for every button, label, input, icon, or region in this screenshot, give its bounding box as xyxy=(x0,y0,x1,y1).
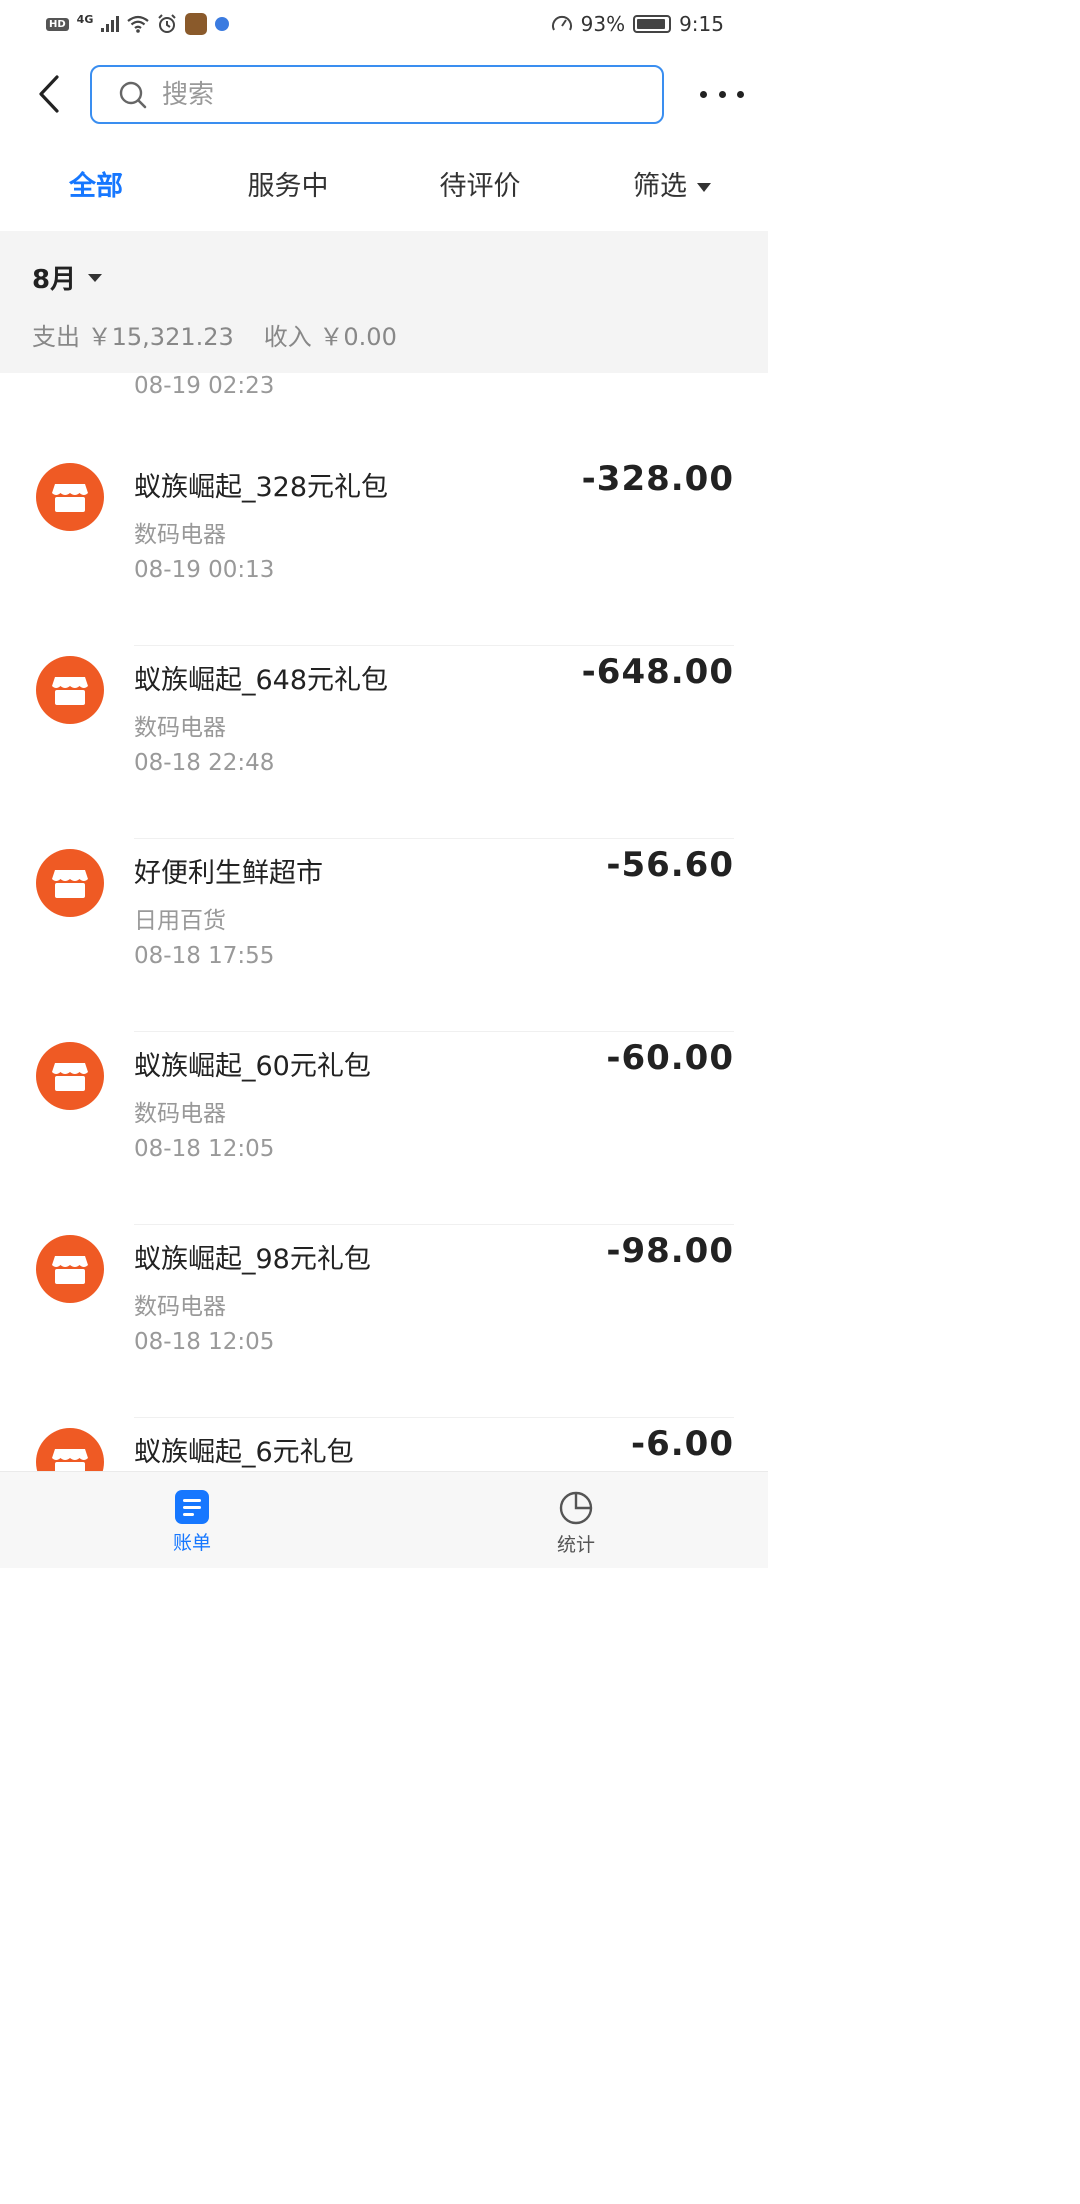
dot-icon xyxy=(700,90,707,98)
tab-filter[interactable]: 筛选 xyxy=(576,150,768,224)
income-total: 收入 ￥0.00 xyxy=(263,323,397,351)
month-summary-section: 8月 支出 ￥15,321.23 收入 ￥0.00 xyxy=(0,231,768,373)
category-label: 数码电器 xyxy=(134,715,226,741)
transaction-row[interactable]: 蚁族崛起_60元礼包 数码电器 08-18 12:05 -60.00 xyxy=(0,1032,768,1225)
store-icon xyxy=(36,1428,104,1471)
caret-down-icon xyxy=(88,273,103,282)
status-bar: HD 4G 93% 9:15 xyxy=(0,0,768,48)
wifi-icon xyxy=(127,15,150,33)
month-totals: 支出 ￥15,321.23 收入 ￥0.00 xyxy=(32,317,397,352)
store-icon xyxy=(36,849,104,917)
app-notification-icon xyxy=(185,13,208,35)
category-label: 日用百货 xyxy=(134,908,226,934)
dot-icon xyxy=(737,90,744,98)
tab-label: 待评价 xyxy=(439,171,521,202)
battery-percent: 93% xyxy=(580,12,626,36)
tab-to-review[interactable]: 待评价 xyxy=(384,150,576,224)
amount: -6.00 xyxy=(631,1424,734,1464)
amount: -98.00 xyxy=(606,1231,734,1271)
nav-label: 统计 xyxy=(556,1534,595,1556)
alarm-icon xyxy=(158,14,177,33)
transaction-time: 08-18 12:05 xyxy=(134,1136,275,1162)
store-icon xyxy=(36,1042,104,1110)
more-options-button[interactable] xyxy=(700,80,744,108)
category-label: 数码电器 xyxy=(134,522,226,548)
bill-icon xyxy=(175,1490,209,1524)
category-label: 数码电器 xyxy=(134,1294,226,1320)
transaction-row[interactable]: 蚁族崛起_648元礼包 数码电器 08-18 22:48 -648.00 xyxy=(0,646,768,839)
transaction-time: 08-18 17:55 xyxy=(134,943,275,969)
merchant-name: 好便利生鲜超市 xyxy=(134,858,323,889)
merchant-name: 蚁族崛起_6元礼包 xyxy=(134,1437,354,1468)
nav-bill[interactable]: 账单 xyxy=(0,1472,384,1568)
transaction-row[interactable]: 好便利生鲜超市 日用百货 08-18 17:55 -56.60 xyxy=(0,839,768,1032)
tab-label: 筛选 xyxy=(633,171,687,202)
status-right: 93% 9:15 xyxy=(551,12,724,36)
merchant-name: 蚁族崛起_98元礼包 xyxy=(134,1244,371,1275)
merchant-name: 蚁族崛起_328元礼包 xyxy=(134,472,389,503)
tab-label: 全部 xyxy=(69,171,123,202)
search-icon xyxy=(119,81,147,108)
transaction-time: 08-18 22:48 xyxy=(134,750,275,776)
amount: -328.00 xyxy=(581,459,734,499)
search-input[interactable] xyxy=(162,79,622,110)
nav-statistics[interactable]: 统计 xyxy=(384,1472,768,1568)
expense-total: 支出 ￥15,321.23 xyxy=(32,323,234,351)
header xyxy=(0,60,768,130)
merchant-name: 蚁族崛起_648元礼包 xyxy=(134,665,389,696)
tab-in-service[interactable]: 服务中 xyxy=(192,150,384,224)
chevron-left-icon xyxy=(39,75,59,113)
store-icon xyxy=(36,463,104,531)
amount: -60.00 xyxy=(606,1038,734,1078)
transaction-row[interactable]: 蚁族崛起_6元礼包 -6.00 xyxy=(0,1418,768,1471)
network-label: 4G xyxy=(76,13,94,26)
transaction-time: 08-18 12:05 xyxy=(134,1329,275,1355)
list-item-time: 08-19 02:23 xyxy=(134,373,275,399)
transaction-time: 08-19 00:13 xyxy=(134,557,275,583)
transaction-row[interactable]: 蚁族崛起_98元礼包 数码电器 08-18 12:05 -98.00 xyxy=(0,1225,768,1418)
caret-down-icon xyxy=(697,183,711,192)
signal-icon xyxy=(101,16,120,32)
month-selector[interactable]: 8月 xyxy=(32,259,103,296)
status-left: HD 4G xyxy=(46,13,230,35)
battery-icon xyxy=(633,15,672,33)
transaction-list: 08-19 02:23 蚁族崛起_328元礼包 数码电器 08-19 00:13… xyxy=(0,373,768,1471)
back-button[interactable] xyxy=(28,72,68,116)
nav-label: 账单 xyxy=(172,1532,211,1554)
filter-tabs: 全部 服务中 待评价 筛选 xyxy=(0,150,768,224)
dot-icon xyxy=(718,90,726,98)
amount: -648.00 xyxy=(581,652,734,692)
store-icon xyxy=(36,1235,104,1303)
search-field[interactable] xyxy=(90,65,664,124)
tab-all[interactable]: 全部 xyxy=(0,150,192,224)
clock: 9:15 xyxy=(679,12,724,36)
month-label: 8月 xyxy=(32,265,77,295)
category-label: 数码电器 xyxy=(134,1101,226,1127)
pie-chart-icon xyxy=(559,1491,593,1525)
hd-icon: HD xyxy=(46,17,69,31)
amount: -56.60 xyxy=(606,845,734,885)
bottom-navigation: 账单 统计 xyxy=(0,1471,768,1568)
store-icon xyxy=(36,656,104,724)
tab-label: 服务中 xyxy=(247,171,329,202)
transaction-row[interactable]: 蚁族崛起_328元礼包 数码电器 08-19 00:13 -328.00 xyxy=(0,453,768,646)
speedometer-icon xyxy=(551,15,572,31)
merchant-name: 蚁族崛起_60元礼包 xyxy=(134,1051,371,1082)
browser-notification-icon xyxy=(215,17,230,31)
